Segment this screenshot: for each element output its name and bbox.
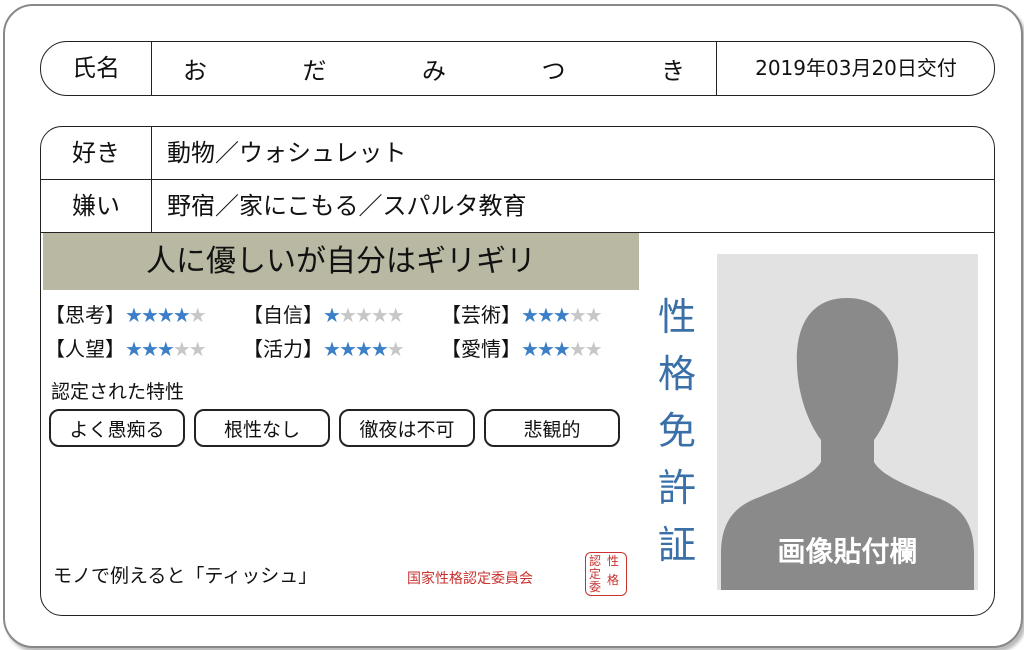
personality-banner: 人に優しいが自分はギリギリ [43, 233, 639, 290]
license-title-char: 性 [657, 295, 696, 339]
star-rating: ★★★★★ [125, 303, 207, 327]
star-rating: ★★★★★ [323, 303, 405, 327]
skill-label: 【人望】 [45, 337, 125, 361]
skill-rating: 【芸術】★★★★★ [441, 299, 603, 328]
object-comparison: モノで例えると「ティッシュ」 [53, 565, 318, 587]
seal-char: 性 [607, 554, 620, 568]
skill-label: 【思考】 [45, 303, 125, 327]
license-title-char: 許 [657, 466, 696, 510]
star-filled-icon: ★ [125, 303, 143, 327]
star-filled-icon: ★ [156, 337, 175, 361]
star-filled-icon: ★ [172, 303, 191, 327]
star-rating: ★★★★★ [521, 303, 603, 327]
dislikes-value: 野宿／家にこもる／スパルタ教育 [167, 192, 527, 220]
star-empty-icon: ★ [568, 337, 587, 361]
star-empty-icon: ★ [188, 303, 207, 327]
license-title-char: 証 [657, 523, 696, 567]
star-rating: ★★★★★ [323, 337, 405, 361]
likes-row: 好き 動物／ウォシュレット [41, 127, 994, 180]
license-title: 性格免許証 [654, 289, 700, 574]
skill-rating: 【思考】★★★★★ [45, 299, 207, 328]
trait-badge: よく愚痴る [49, 409, 185, 447]
star-rating: ★★★★★ [125, 337, 207, 361]
star-empty-icon: ★ [370, 303, 389, 327]
star-empty-icon: ★ [386, 337, 405, 361]
star-filled-icon: ★ [370, 337, 389, 361]
dislikes-row: 嫌い 野宿／家にこもる／スパルタ教育 [41, 180, 994, 233]
star-empty-icon: ★ [172, 337, 191, 361]
issue-date: 2019年03月20日交付 [716, 42, 995, 95]
star-filled-icon: ★ [536, 337, 555, 361]
name-row: 氏名 お だ み つ き 2019年03月20日交付 [40, 41, 995, 96]
issuer-name: 国家性格認定委員会 [407, 571, 533, 587]
skill-label: 【愛情】 [441, 337, 521, 361]
skill-label: 【活力】 [243, 337, 323, 361]
license-card: 氏名 お だ み つ き 2019年03月20日交付 好き 動物／ウォシュレット… [3, 4, 1023, 648]
traits-label: 認定された特性 [51, 381, 185, 403]
skill-label: 【自信】 [243, 303, 323, 327]
profile-panel: 好き 動物／ウォシュレット 嫌い 野宿／家にこもる／スパルタ教育 人に優しいが自… [40, 126, 995, 616]
name-char: だ [302, 57, 327, 85]
photo-placeholder: 画像貼付欄 [717, 254, 978, 590]
name-char: つ [541, 57, 566, 85]
star-filled-icon: ★ [521, 303, 539, 327]
name-value: お だ み つ き [153, 42, 715, 95]
star-filled-icon: ★ [338, 337, 357, 361]
trait-badge: 悲観的 [484, 409, 620, 447]
license-title-char: 格 [657, 352, 696, 396]
photo-label: 画像貼付欄 [777, 535, 918, 568]
star-filled-icon: ★ [552, 337, 571, 361]
trait-badge: 徹夜は不可 [339, 409, 475, 447]
star-filled-icon: ★ [323, 303, 341, 327]
star-filled-icon: ★ [354, 337, 373, 361]
skill-rating: 【自信】★★★★★ [243, 299, 405, 328]
dislikes-label: 嫌い [41, 180, 152, 232]
likes-label: 好き [41, 127, 152, 179]
name-char: き [661, 57, 685, 85]
star-filled-icon: ★ [521, 337, 539, 361]
skill-rating: 【愛情】★★★★★ [441, 333, 603, 362]
skill-rating: 【人望】★★★★★ [45, 333, 207, 362]
star-filled-icon: ★ [536, 303, 555, 327]
name-char: お [183, 57, 207, 85]
star-filled-icon: ★ [323, 337, 341, 361]
likes-value: 動物／ウォシュレット [167, 139, 407, 167]
seal-char: 委 [589, 580, 602, 594]
star-empty-icon: ★ [354, 303, 373, 327]
star-filled-icon: ★ [140, 303, 159, 327]
star-rating: ★★★★★ [521, 337, 603, 361]
skill-rating: 【活力】★★★★★ [243, 333, 405, 362]
seal-stamp: 認 性 定 格 委 [585, 552, 627, 596]
star-filled-icon: ★ [552, 303, 571, 327]
star-filled-icon: ★ [140, 337, 159, 361]
license-title-char: 免 [657, 409, 696, 453]
star-filled-icon: ★ [125, 337, 143, 361]
skill-label: 【芸術】 [441, 303, 521, 327]
star-filled-icon: ★ [156, 303, 175, 327]
star-empty-icon: ★ [568, 303, 587, 327]
seal-char: 格 [607, 573, 620, 587]
star-empty-icon: ★ [584, 303, 603, 327]
star-empty-icon: ★ [584, 337, 603, 361]
star-empty-icon: ★ [338, 303, 357, 327]
star-empty-icon: ★ [188, 337, 207, 361]
name-char: み [422, 57, 446, 85]
name-label: 氏名 [41, 42, 152, 95]
star-empty-icon: ★ [386, 303, 405, 327]
trait-badge: 根性なし [194, 409, 330, 447]
